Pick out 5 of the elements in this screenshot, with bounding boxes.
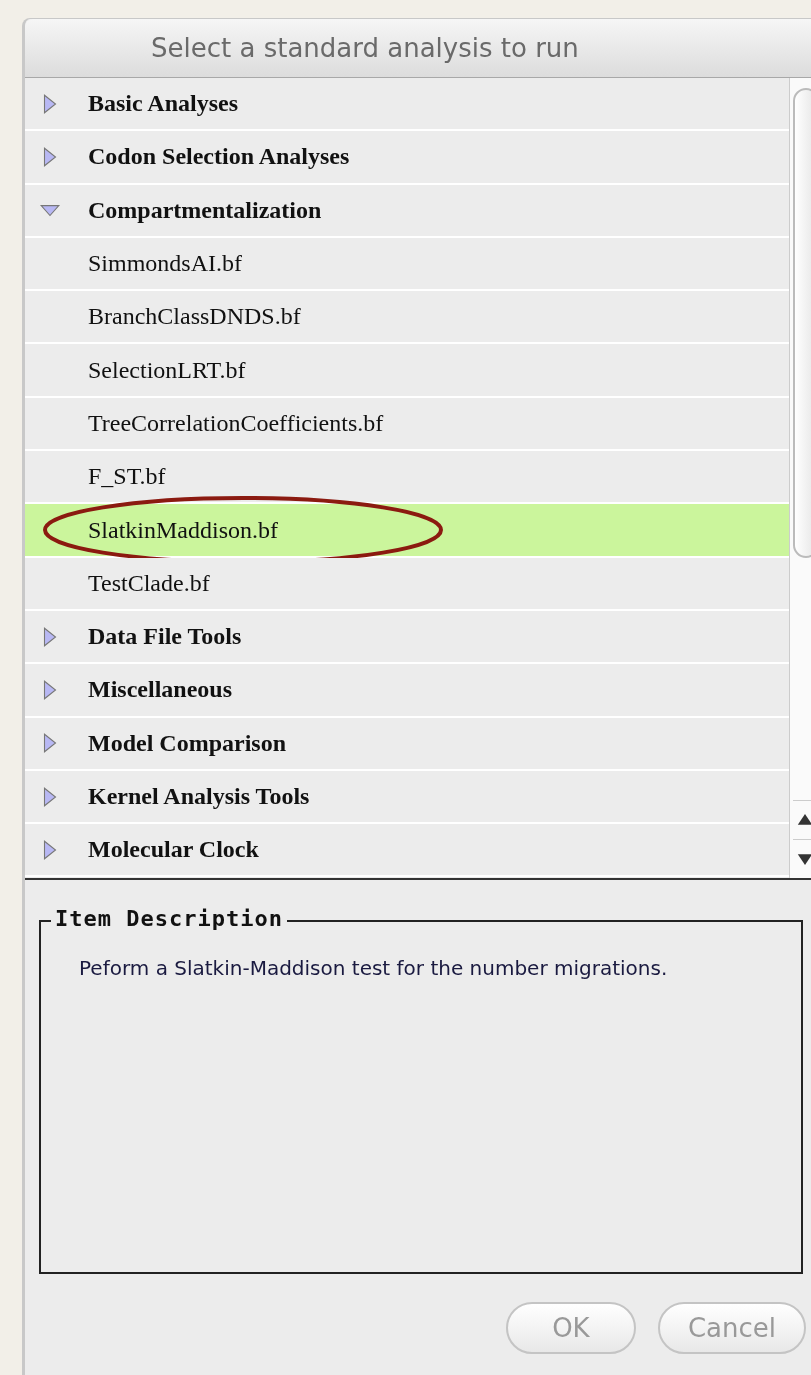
- file-row[interactable]: SlatkinMaddison.bf: [25, 504, 789, 558]
- window-title: Select a standard analysis to run: [151, 33, 579, 63]
- file-row[interactable]: TestClade.bf: [25, 557, 789, 611]
- description-text: Peform a Slatkin-Maddison test for the number migrations.: [79, 955, 669, 982]
- group-title: Item Description: [51, 906, 287, 931]
